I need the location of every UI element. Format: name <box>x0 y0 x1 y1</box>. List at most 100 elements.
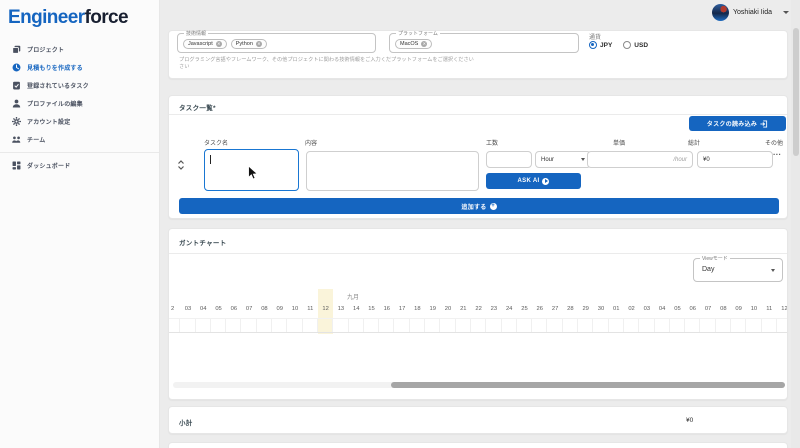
platform-chip[interactable]: MacOS✕ <box>395 39 432 49</box>
gantt-grid-cell <box>303 319 318 332</box>
next-section-card <box>168 442 788 448</box>
sidebar-item-project[interactable]: プロジェクト <box>0 40 159 58</box>
radio-label: JPY <box>600 42 612 49</box>
vertical-scrollbar[interactable] <box>791 0 800 448</box>
radio-label: USD <box>634 42 648 49</box>
view-mode-label: Viewモード <box>700 256 730 262</box>
ask-ai-label: ASK AI <box>518 178 540 184</box>
ask-ai-button[interactable]: ASK AI <box>486 173 581 189</box>
gantt-grid-cell <box>349 319 364 332</box>
gantt-grid-cell <box>624 319 639 332</box>
view-mode-select[interactable]: Viewモード Day <box>693 258 783 282</box>
tech-form-card: 技術情報 Javascript✕Python✕ プログラミング言語やフレームワー… <box>168 30 788 79</box>
gantt-grid-cell <box>272 319 287 332</box>
gantt-grid-cell <box>241 319 256 332</box>
gantt-grid-cell <box>394 319 409 332</box>
gantt-grid-cell <box>471 319 486 332</box>
user-icon <box>12 99 21 108</box>
user-name[interactable]: Yoshiaki Iida <box>733 9 772 16</box>
sidebar-item-dashboard[interactable]: ダッシュボード <box>0 152 159 174</box>
horizontal-scrollbar-thumb[interactable] <box>391 382 785 388</box>
horizontal-scrollbar[interactable] <box>173 382 785 388</box>
sidebar-item-create-estimate[interactable]: 見積もりを作成する <box>0 58 159 76</box>
logo: Engineerforce <box>8 7 128 29</box>
gantt-date-label: 04 <box>196 306 211 312</box>
unit-price-input[interactable]: /hour <box>587 151 693 168</box>
tech-chip[interactable]: Python✕ <box>231 39 267 49</box>
logo-part-engineer: Engineer <box>8 7 85 28</box>
gantt-grid-cell <box>563 319 578 332</box>
sidebar-item-label: チーム <box>27 135 45 144</box>
subtotal-card: 小計 ¥0 <box>168 406 788 434</box>
gantt-date-label: 06 <box>685 306 700 312</box>
remove-chip-icon[interactable]: ✕ <box>256 41 262 47</box>
add-task-button[interactable]: 追加する + <box>179 198 779 214</box>
tasks-icon <box>12 81 21 90</box>
gantt-date-label: 11 <box>762 306 777 312</box>
load-tasks-button[interactable]: タスクの読み込み <box>689 116 786 131</box>
effort-input[interactable] <box>486 151 532 168</box>
sidebar-item-registered-tasks[interactable]: 登録されているタスク <box>0 76 159 94</box>
more-options-button[interactable]: ... <box>773 148 781 157</box>
gantt-grid-cell <box>456 319 471 332</box>
gantt-timeline[interactable]: 九月 2030405060708091011121314151617181920… <box>168 289 788 334</box>
gantt-date-label: 05 <box>670 306 685 312</box>
gantt-date-label: 15 <box>364 306 379 312</box>
view-mode-value: Day <box>702 266 714 273</box>
currency-label: 通貨 <box>589 32 601 41</box>
chevron-down-icon <box>771 269 775 272</box>
sidebar-item-account-settings[interactable]: アカウント設定 <box>0 112 159 130</box>
gantt-date-label: 10 <box>746 306 761 312</box>
platform-chips: MacOS✕ <box>395 39 432 49</box>
platform-helper-text: プラットフォームをご選択ください <box>391 57 571 64</box>
gantt-grid-cell <box>226 319 241 332</box>
total-input[interactable]: ¥0 <box>697 151 773 168</box>
estimate-icon <box>12 63 21 72</box>
gantt-grid-cell <box>578 319 593 332</box>
gantt-date-label: 21 <box>456 306 471 312</box>
gantt-date-label: 23 <box>486 306 501 312</box>
gantt-date-label: 04 <box>655 306 670 312</box>
sidebar-item-team[interactable]: チーム <box>0 130 159 148</box>
gantt-date-label: 02 <box>624 306 639 312</box>
gantt-grid-cell <box>762 319 777 332</box>
task-list-card: タスク一覧* タスクの読み込み タスク名 内容 工数 単価 総計 その他 Hou… <box>168 95 788 219</box>
gantt-grid-cell <box>486 319 501 332</box>
tech-chip[interactable]: Javascript✕ <box>183 39 227 49</box>
effort-unit-select[interactable]: Hour <box>535 151 591 168</box>
chip-label: Javascript <box>188 41 213 47</box>
task-description-input[interactable] <box>306 151 479 191</box>
vertical-scrollbar-thumb[interactable] <box>793 28 799 156</box>
divider <box>169 253 787 254</box>
column-label-description: 内容 <box>305 138 317 147</box>
gear-icon <box>12 117 21 126</box>
chevron-down-icon[interactable] <box>783 11 789 14</box>
gantt-grid-cell <box>670 319 685 332</box>
gantt-grid-cell <box>440 319 455 332</box>
gantt-date-label: 12 <box>777 306 788 312</box>
gantt-grid-cell <box>318 319 333 332</box>
gantt-date-label: 10 <box>287 306 302 312</box>
currency-radio-usd[interactable]: USD <box>623 41 648 49</box>
remove-chip-icon[interactable]: ✕ <box>421 41 427 47</box>
avatar[interactable] <box>712 4 729 21</box>
drag-handle-icon[interactable] <box>177 157 185 175</box>
unit-price-placeholder: /hour <box>673 157 687 163</box>
gantt-grid-cell <box>655 319 670 332</box>
gantt-grid-cell <box>609 319 624 332</box>
gantt-date-label: 28 <box>563 306 578 312</box>
copy-icon <box>12 45 21 54</box>
mouse-cursor <box>247 165 258 181</box>
gantt-date-label: 07 <box>700 306 715 312</box>
gantt-date-label: 09 <box>731 306 746 312</box>
gantt-date-label: 30 <box>593 306 608 312</box>
gantt-date-label: 2 <box>168 306 180 312</box>
gantt-date-label: 13 <box>333 306 348 312</box>
sidebar-item-edit-profile[interactable]: プロファイルの編集 <box>0 94 159 112</box>
currency-radio-jpy[interactable]: JPY <box>589 41 612 49</box>
tech-info-field[interactable]: 技術情報 Javascript✕Python✕ <box>177 33 376 53</box>
tech-helper-text: プログラミング言語やフレームワーク、その他プロジェクトに関わる技術情報をご入力く… <box>179 57 393 71</box>
gantt-grid-cell <box>777 319 788 332</box>
remove-chip-icon[interactable]: ✕ <box>216 41 222 47</box>
platform-field[interactable]: プラットフォーム MacOS✕ <box>389 33 579 53</box>
